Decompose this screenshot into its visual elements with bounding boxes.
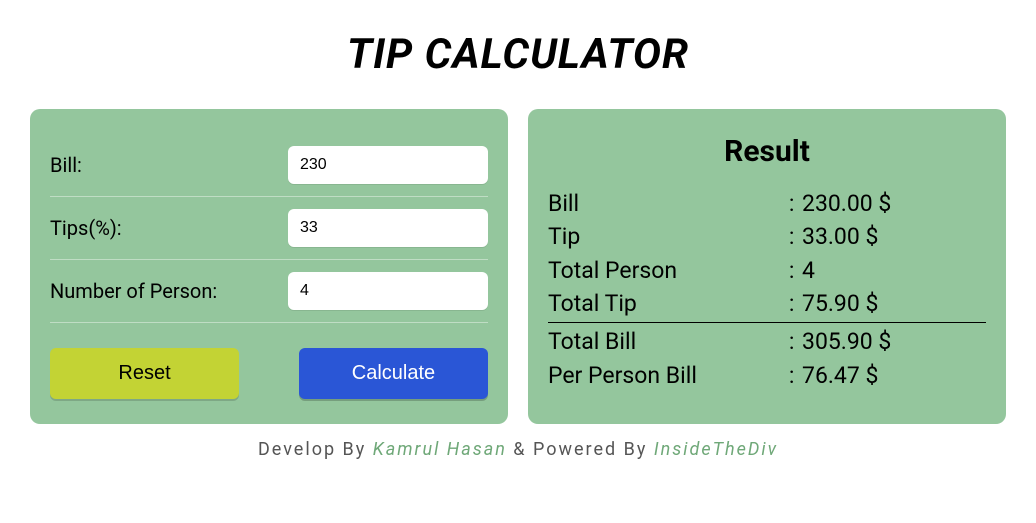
result-total-bill-value: 305.90 $: [802, 325, 986, 358]
result-total-bill-label: Total Bill: [548, 325, 789, 358]
footer: Develop By Kamrul Hasan & Powered By Ins…: [30, 439, 1006, 460]
main-container: Bill: Tips(%): Number of Person: Reset C…: [30, 109, 1006, 424]
result-colon: :: [789, 254, 802, 287]
result-bill-label: Bill: [548, 187, 789, 220]
result-bill-row: Bill : 230.00 $: [548, 187, 986, 220]
result-colon: :: [789, 187, 802, 220]
result-colon: :: [789, 359, 802, 392]
result-total-tip-row: Total Tip : 75.90 $: [548, 287, 986, 320]
tips-input[interactable]: [288, 209, 488, 247]
result-total-person-row: Total Person : 4: [548, 254, 986, 287]
result-total-person-value: 4: [802, 254, 986, 287]
person-input[interactable]: [288, 272, 488, 310]
bill-input[interactable]: [288, 146, 488, 184]
reset-button[interactable]: Reset: [50, 348, 239, 399]
result-panel: Result Bill : 230.00 $ Tip : 33.00 $ Tot…: [528, 109, 1006, 424]
bill-label: Bill:: [50, 153, 82, 177]
result-per-person-label: Per Person Bill: [548, 359, 789, 392]
result-total-bill-row: Total Bill : 305.90 $: [548, 325, 986, 358]
result-divider: [548, 322, 986, 323]
footer-powered-link[interactable]: InsideTheDiv: [654, 439, 778, 460]
person-label: Number of Person:: [50, 279, 217, 303]
result-total-tip-label: Total Tip: [548, 287, 789, 320]
footer-mid: & Powered By: [507, 439, 654, 460]
footer-pre: Develop By: [258, 439, 373, 460]
result-colon: :: [789, 220, 802, 253]
result-heading: Result: [548, 134, 986, 169]
result-total-person-label: Total Person: [548, 254, 789, 287]
page-title: TIP CALCULATOR: [30, 30, 1006, 79]
result-colon: :: [789, 325, 802, 358]
result-tip-label: Tip: [548, 220, 789, 253]
footer-author-link[interactable]: Kamrul Hasan: [373, 439, 507, 460]
tips-label: Tips(%):: [50, 216, 122, 240]
input-panel: Bill: Tips(%): Number of Person: Reset C…: [30, 109, 508, 424]
person-row: Number of Person:: [50, 260, 488, 323]
result-per-person-row: Per Person Bill : 76.47 $: [548, 359, 986, 392]
result-bill-value: 230.00 $: [802, 187, 986, 220]
result-tip-value: 33.00 $: [802, 220, 986, 253]
tips-row: Tips(%):: [50, 197, 488, 260]
result-per-person-value: 76.47 $: [802, 359, 986, 392]
result-total-tip-value: 75.90 $: [802, 287, 986, 320]
button-row: Reset Calculate: [50, 348, 488, 399]
result-tip-row: Tip : 33.00 $: [548, 220, 986, 253]
calculate-button[interactable]: Calculate: [299, 348, 488, 399]
bill-row: Bill:: [50, 134, 488, 197]
result-colon: :: [789, 287, 802, 320]
